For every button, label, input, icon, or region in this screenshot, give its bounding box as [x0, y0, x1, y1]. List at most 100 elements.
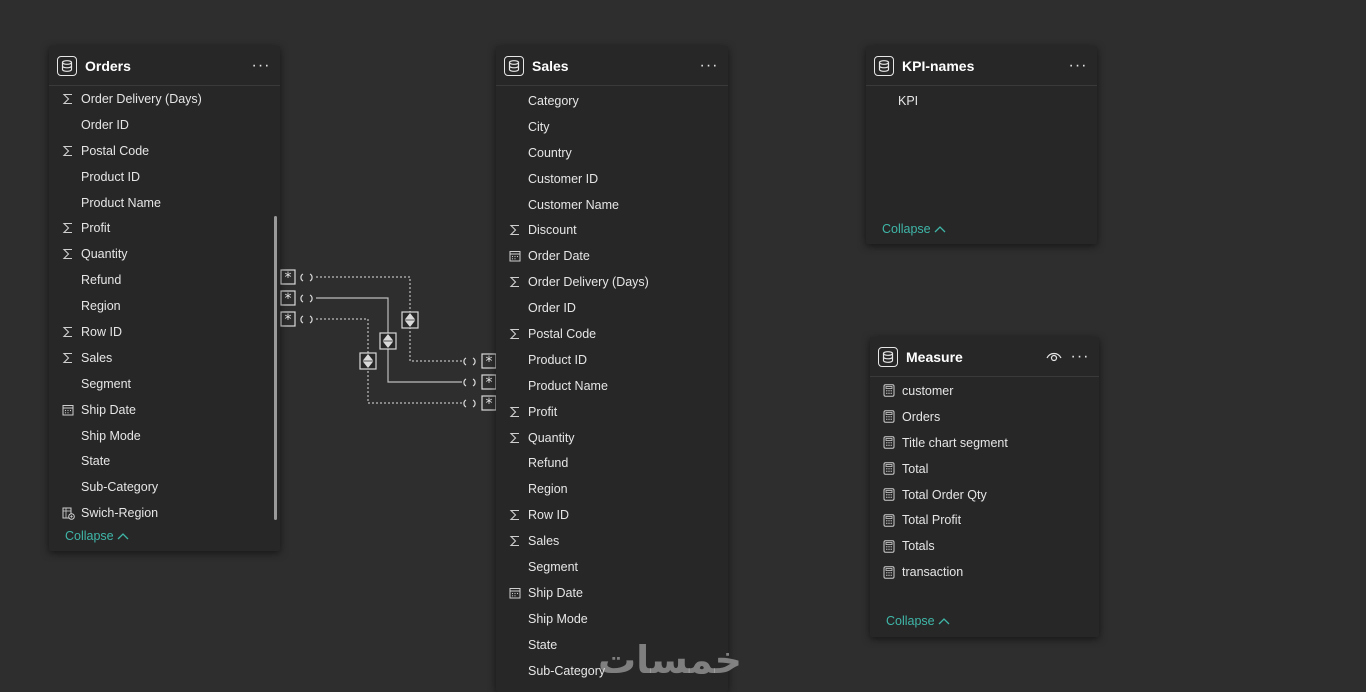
- field-item[interactable]: Title chart segment: [870, 430, 1099, 456]
- field-item[interactable]: Discount: [496, 217, 728, 243]
- field-item[interactable]: Ship Mode: [496, 606, 728, 632]
- more-options-icon[interactable]: ···: [698, 57, 720, 73]
- field-item[interactable]: Postal Code: [496, 321, 728, 347]
- card-title-kpi-names: KPI-names: [902, 57, 975, 74]
- field-item[interactable]: Sales: [496, 528, 728, 554]
- calculator-icon: [882, 539, 896, 553]
- field-item[interactable]: Order ID: [49, 112, 280, 138]
- blank-icon-slot: [61, 299, 75, 313]
- field-item[interactable]: Order ID: [496, 295, 728, 321]
- field-item[interactable]: Totals: [870, 533, 1099, 559]
- table-card-orders[interactable]: Orders ··· Order Delivery (Days) Order ID…: [49, 46, 280, 551]
- field-label: Postal Code: [528, 326, 597, 341]
- field-item[interactable]: Customer ID: [496, 166, 728, 192]
- field-item[interactable]: Quantity: [496, 425, 728, 451]
- field-item[interactable]: Swich-Region: [49, 500, 280, 526]
- field-item[interactable]: Row ID: [49, 319, 280, 345]
- collapse-label: Collapse: [886, 614, 935, 628]
- model-view-canvas[interactable]: * * * * * * Orders ··· Order Delivery (D…: [0, 0, 1366, 692]
- table-icon: [57, 55, 77, 76]
- field-label: Ship Date: [528, 585, 583, 600]
- field-item[interactable]: Order Date: [496, 243, 728, 269]
- calculator-icon: [882, 565, 896, 579]
- table-card-kpi-names[interactable]: KPI-names ··· KPI Collapse: [866, 46, 1097, 244]
- table-card-measure[interactable]: Measure ··· customer Orders Title chart se…: [870, 337, 1099, 637]
- blank-icon-slot: [508, 198, 522, 212]
- field-item[interactable]: Product Name: [49, 190, 280, 216]
- field-item[interactable]: transaction: [870, 559, 1099, 585]
- collapse-button-kpi-names[interactable]: Collapse: [882, 222, 946, 236]
- blank-icon-slot: [61, 454, 75, 468]
- more-options-icon[interactable]: ···: [250, 57, 272, 73]
- more-options-icon[interactable]: ···: [1069, 348, 1091, 364]
- collapse-button-measure[interactable]: Collapse: [886, 614, 950, 628]
- field-item[interactable]: Order Delivery (Days): [496, 269, 728, 295]
- field-item[interactable]: customer: [870, 378, 1099, 404]
- calculator-icon: [882, 410, 896, 424]
- card-header-orders[interactable]: Orders ···: [49, 46, 280, 86]
- field-item[interactable]: Profit: [49, 215, 280, 241]
- field-label: Total Order Qty: [902, 487, 987, 502]
- table-icon: [504, 55, 524, 76]
- field-item[interactable]: Profit: [496, 399, 728, 425]
- field-item[interactable]: Product ID: [49, 164, 280, 190]
- field-item[interactable]: Postal Code: [49, 138, 280, 164]
- table-card-sales[interactable]: Sales ··· Category City Country Customer ID…: [496, 46, 728, 692]
- field-item[interactable]: Ship Date: [49, 397, 280, 423]
- field-label: Total: [902, 461, 929, 476]
- collapse-button-orders[interactable]: Collapse: [65, 529, 129, 543]
- field-item[interactable]: Category: [496, 88, 728, 114]
- field-label: KPI: [898, 93, 919, 108]
- sigma-icon: [61, 144, 75, 158]
- scrollbar-orders[interactable]: [274, 216, 277, 520]
- card-header-sales[interactable]: Sales ···: [496, 46, 728, 86]
- field-item[interactable]: Customer Name: [496, 192, 728, 218]
- field-item[interactable]: Product Name: [496, 373, 728, 399]
- field-list-orders: Order Delivery (Days) Order ID Postal Code…: [49, 86, 280, 526]
- field-label: Quantity: [528, 430, 575, 445]
- eye-icon[interactable]: [1043, 349, 1065, 365]
- field-label: Totals: [902, 539, 935, 554]
- field-label: Segment: [81, 376, 132, 391]
- field-item[interactable]: Sales: [49, 345, 280, 371]
- field-item[interactable]: Total Order Qty: [870, 482, 1099, 508]
- field-item[interactable]: Ship Mode: [49, 423, 280, 449]
- field-item[interactable]: Segment: [49, 371, 280, 397]
- field-item[interactable]: Total Profit: [870, 507, 1099, 533]
- field-item[interactable]: Quantity: [49, 241, 280, 267]
- field-item[interactable]: Region: [496, 476, 728, 502]
- sigma-icon: [61, 247, 75, 261]
- field-label: Postal Code: [81, 143, 150, 158]
- field-label: Title chart segment: [902, 435, 1008, 450]
- more-options-icon[interactable]: ···: [1067, 57, 1089, 73]
- field-item[interactable]: Order Delivery (Days): [49, 86, 280, 112]
- field-item[interactable]: KPI: [866, 88, 1097, 114]
- field-item[interactable]: Total: [870, 456, 1099, 482]
- field-label: Sales: [81, 350, 113, 365]
- field-list-sales: Category City Country Customer ID Customer N…: [496, 86, 728, 683]
- field-item[interactable]: Country: [496, 140, 728, 166]
- field-label: Category: [528, 93, 579, 108]
- field-label: Product ID: [528, 352, 588, 367]
- field-item[interactable]: Refund: [49, 267, 280, 293]
- field-item[interactable]: Region: [49, 293, 280, 319]
- field-item[interactable]: City: [496, 114, 728, 140]
- field-item[interactable]: Orders: [870, 404, 1099, 430]
- card-header-measure[interactable]: Measure ···: [870, 337, 1099, 377]
- field-label: Ship Mode: [528, 611, 588, 626]
- field-list-kpi-names: KPI: [866, 86, 1097, 114]
- blank-icon-slot: [508, 301, 522, 315]
- field-item[interactable]: Refund: [496, 450, 728, 476]
- sigma-icon: [508, 223, 522, 237]
- calculator-icon: [882, 513, 896, 527]
- svg-text:*: *: [285, 312, 292, 328]
- card-header-kpi-names[interactable]: KPI-names ···: [866, 46, 1097, 86]
- field-item[interactable]: Segment: [496, 554, 728, 580]
- field-list-measure: customer Orders Title chart segment Total To…: [870, 377, 1099, 585]
- field-item[interactable]: State: [49, 448, 280, 474]
- field-item[interactable]: Product ID: [496, 347, 728, 373]
- card-title-sales: Sales: [532, 57, 569, 74]
- field-item[interactable]: Ship Date: [496, 580, 728, 606]
- field-item[interactable]: Sub-Category: [49, 474, 280, 500]
- field-item[interactable]: Row ID: [496, 502, 728, 528]
